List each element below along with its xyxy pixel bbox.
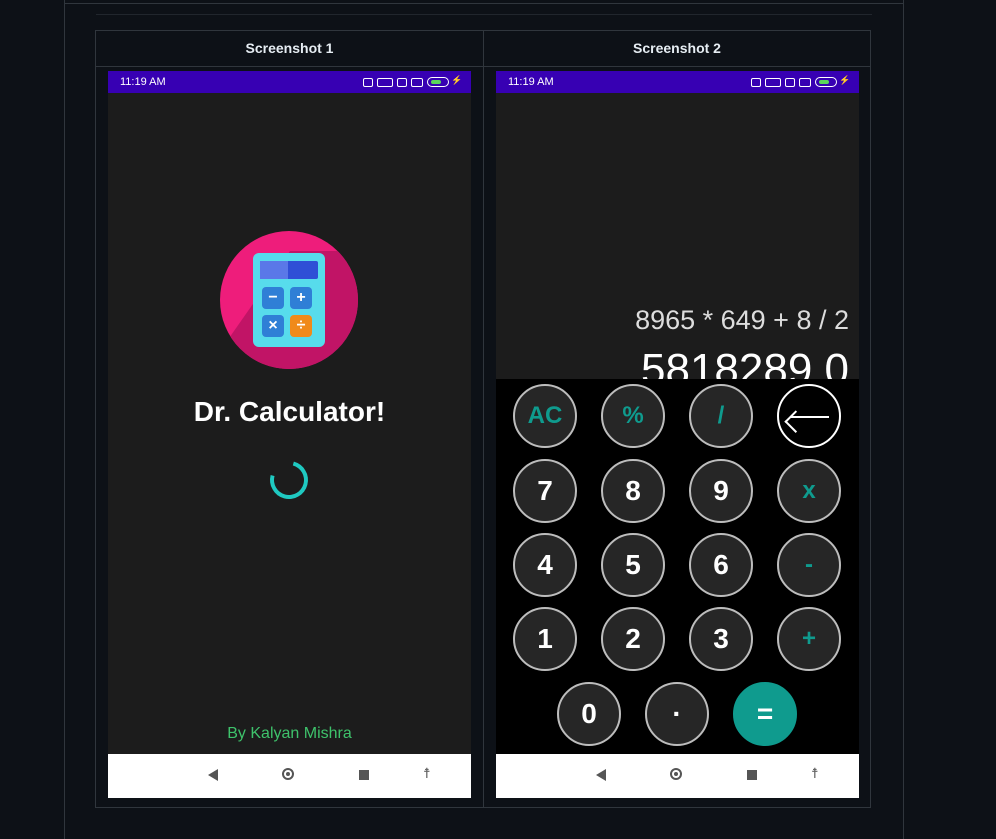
battery-icon — [815, 77, 837, 87]
key-6[interactable]: 6 — [689, 533, 753, 597]
expression-text: 8965 * 649 + 8 / 2 — [635, 305, 849, 335]
key-7[interactable]: 7 — [513, 459, 577, 523]
calculator-body-icon: − + × ÷ — [253, 253, 325, 347]
logo-plus-key: + — [290, 287, 312, 309]
percent-button[interactable]: % — [601, 384, 665, 448]
table-header-screenshot-2: Screenshot 2 — [633, 40, 721, 56]
multiply-button[interactable]: x — [777, 459, 841, 523]
logo-times-key: × — [262, 315, 284, 337]
calculator-keypad: AC % / 7 8 9 x 4 5 6 - 1 2 3 + 0 · = — [496, 379, 859, 754]
backspace-button[interactable] — [777, 384, 841, 448]
nav-back-icon[interactable] — [596, 769, 606, 781]
key-1[interactable]: 1 — [513, 607, 577, 671]
status-bar: 11:19 AM — [108, 71, 471, 93]
status-bar: 11:19 AM — [496, 71, 859, 93]
minus-button[interactable]: - — [777, 533, 841, 597]
logo-minus-key: − — [262, 287, 284, 309]
nav-home-icon[interactable] — [282, 768, 294, 780]
equals-button[interactable]: = — [733, 682, 797, 746]
nav-back-icon[interactable] — [208, 769, 218, 781]
status-time: 11:19 AM — [508, 76, 554, 88]
status-time: 11:19 AM — [120, 76, 166, 88]
signal-icon — [411, 77, 423, 87]
charging-icon — [839, 75, 850, 87]
status-icons — [751, 74, 850, 90]
signal-icon — [799, 77, 811, 87]
android-nav-bar: ☨ — [496, 754, 859, 798]
signal-icon — [765, 77, 781, 87]
key-8[interactable]: 8 — [601, 459, 665, 523]
backspace-icon — [791, 416, 829, 418]
column-divider — [483, 31, 484, 807]
phone-calculator-screenshot: 11:19 AM 8965 * 649 + 8 / 2 5818289.0 AC… — [496, 71, 859, 798]
nav-recents-icon[interactable] — [359, 770, 369, 780]
nav-home-icon[interactable] — [670, 768, 682, 780]
hd-icon — [751, 77, 761, 87]
key-9[interactable]: 9 — [689, 459, 753, 523]
hd-icon — [785, 77, 795, 87]
table-header-screenshot-1: Screenshot 1 — [245, 40, 334, 56]
calculator-logo-icon: − + × ÷ — [220, 231, 358, 369]
status-icons — [363, 74, 462, 90]
phone-splash-screenshot: 11:19 AM − + × ÷ Dr. Calculator! By Kaly… — [108, 71, 471, 798]
app-title: Dr. Calculator! — [193, 396, 386, 427]
charging-icon — [451, 75, 462, 87]
decimal-button[interactable]: · — [645, 682, 709, 746]
calculator-screen-icon — [260, 261, 318, 279]
battery-icon — [427, 77, 449, 87]
divider — [96, 14, 872, 15]
logo-divide-key: ÷ — [290, 315, 312, 337]
key-5[interactable]: 5 — [601, 533, 665, 597]
android-nav-bar: ☨ — [108, 754, 471, 798]
key-4[interactable]: 4 — [513, 533, 577, 597]
plus-button[interactable]: + — [777, 607, 841, 671]
hd-icon — [363, 77, 373, 87]
ac-button[interactable]: AC — [513, 384, 577, 448]
key-3[interactable]: 3 — [689, 607, 753, 671]
author-byline: By Kalyan Mishra — [227, 725, 352, 742]
accessibility-icon[interactable]: ☨ — [423, 765, 431, 782]
signal-icon — [377, 77, 393, 87]
divider — [65, 3, 903, 4]
nav-recents-icon[interactable] — [747, 770, 757, 780]
calculator-display: 8965 * 649 + 8 / 2 5818289.0 — [496, 93, 859, 394]
hd-icon — [397, 77, 407, 87]
accessibility-icon[interactable]: ☨ — [811, 765, 819, 782]
divide-button[interactable]: / — [689, 384, 753, 448]
key-2[interactable]: 2 — [601, 607, 665, 671]
key-0[interactable]: 0 — [557, 682, 621, 746]
